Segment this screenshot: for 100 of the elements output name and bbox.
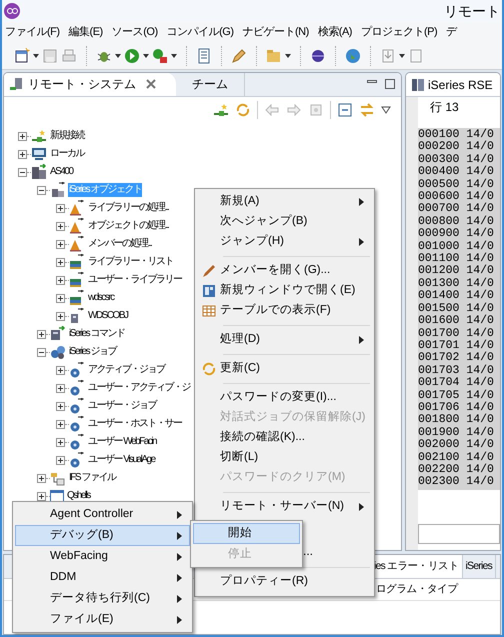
menu-item[interactable]: Agent Controller — [15, 504, 190, 525]
caret-icon[interactable] — [171, 54, 177, 58]
tree-item-label[interactable]: ライブラリーの処理... — [87, 201, 170, 215]
editor-tab[interactable]: iSeries RSE — [428, 76, 493, 94]
expand-toggle-icon[interactable] — [18, 132, 27, 140]
tree-item-label[interactable]: iSeries コマンド — [68, 327, 126, 341]
globe-icon[interactable] — [345, 48, 361, 64]
collapse-all-icon[interactable] — [337, 102, 353, 118]
menu-bar-item[interactable]: ソース(O) — [112, 24, 158, 40]
tree-item-label[interactable]: 新規接続 — [49, 129, 85, 143]
expand-toggle-icon[interactable] — [56, 294, 65, 302]
menu-item[interactable]: 更新(C) — [197, 359, 372, 379]
menu-item[interactable]: 新規ウィンドウで開く(E) — [197, 281, 372, 301]
tree-item-label[interactable]: ユーザー・アクティブ・ジ — [87, 381, 191, 395]
view-tab[interactable]: iSeries — [462, 555, 496, 578]
tree-item-label[interactable]: ユーザー WebFacin — [87, 435, 158, 449]
menu-item[interactable]: ファイル(E) — [15, 609, 190, 630]
source-line: 001000 14/0 — [418, 240, 495, 253]
menu-item[interactable]: データ待ち行列(C) — [15, 588, 190, 609]
tree-item-label[interactable]: wdscsrc — [87, 291, 115, 305]
menu-item[interactable]: DDM — [15, 567, 190, 588]
menu-item[interactable]: 開始 — [193, 523, 300, 544]
run-tool-icon[interactable] — [152, 48, 168, 64]
tree-item-label[interactable]: ユーザー・ライブラリー — [87, 273, 182, 287]
menu-item[interactable]: メンバーを開く(G)... — [197, 261, 372, 281]
tree-item-label[interactable]: AS400 — [49, 165, 74, 179]
tree-item-label[interactable]: ユーザー・ジョブ — [87, 399, 157, 413]
expand-toggle-icon[interactable] — [56, 240, 65, 248]
expand-toggle-icon[interactable] — [56, 222, 65, 230]
expand-toggle-icon[interactable] — [56, 276, 65, 284]
collapse-toggle-icon[interactable] — [37, 186, 46, 194]
cone-icon — [69, 236, 85, 252]
tree-item-label[interactable]: ライブラリー・リスト — [87, 255, 174, 269]
tree-item-label[interactable]: ローカル — [49, 147, 85, 161]
menu-item[interactable]: テーブルでの表示(F) — [197, 301, 372, 321]
menu-item[interactable]: リモート・サーバー(N) — [197, 497, 372, 517]
expand-toggle-icon[interactable] — [56, 456, 65, 464]
tree-item-label[interactable]: オブジェクトの処理... — [87, 219, 170, 233]
expand-toggle-icon[interactable] — [37, 492, 46, 500]
expand-toggle-icon[interactable] — [56, 420, 65, 428]
menu-item[interactable]: 接続の確認(K)... — [197, 428, 372, 448]
new-icon[interactable] — [14, 48, 30, 64]
caret-icon[interactable] — [33, 54, 39, 58]
collapse-toggle-icon[interactable] — [37, 348, 46, 356]
menu-item[interactable]: ジャンプ(H) — [197, 232, 372, 252]
menu-item[interactable]: デバッグ(B) — [15, 525, 190, 546]
sphere-icon[interactable] — [310, 48, 326, 64]
tree-item-label[interactable]: iSeries ジョブ — [68, 345, 117, 359]
menu-item[interactable]: 次へジャンプ(B) — [197, 212, 372, 232]
view-tab[interactable]: リモート・システム — [4, 73, 176, 96]
expand-toggle-icon[interactable] — [37, 330, 46, 338]
tree-item-label[interactable]: ユーザー・ホスト・サー — [87, 417, 182, 431]
close-icon[interactable] — [146, 79, 156, 89]
gears-icon — [50, 344, 66, 360]
caret-icon[interactable] — [143, 54, 149, 58]
menu-item[interactable]: パスワードの変更(I)... — [197, 388, 372, 408]
menu-bar-item[interactable]: ファイル(F) — [5, 24, 60, 40]
command-field[interactable] — [418, 524, 500, 544]
tree-item-label[interactable]: Qshells — [66, 489, 91, 503]
menu-item[interactable]: プロパティー(R) — [197, 572, 372, 592]
expand-toggle-icon[interactable] — [18, 150, 27, 158]
document-icon[interactable] — [196, 48, 212, 64]
source-line: 002300 14/0 — [418, 476, 495, 489]
caret-icon[interactable] — [285, 54, 291, 58]
view-tab[interactable]: チーム — [176, 73, 245, 96]
menu-bar-item[interactable]: ナビゲート(N) — [242, 24, 309, 40]
menu-item-label: ... — [303, 543, 314, 560]
cone-icon — [69, 200, 85, 216]
run-icon[interactable] — [124, 48, 140, 64]
menu-item[interactable]: 新規(A) — [197, 192, 372, 212]
menu-bar-item[interactable]: デ — [446, 24, 457, 40]
expand-toggle-icon[interactable] — [56, 204, 65, 212]
tree-item-label[interactable]: WDSCOBJ — [87, 309, 128, 323]
submenu-arrow-icon — [359, 238, 364, 246]
view-menu-icon[interactable] — [381, 106, 391, 114]
expand-toggle-icon[interactable] — [37, 474, 46, 482]
menu-bar-item[interactable]: コンパイル(G) — [166, 24, 234, 40]
collapse-toggle-icon[interactable] — [18, 168, 27, 176]
maximize-icon[interactable] — [385, 79, 395, 89]
menu-item[interactable]: 切断(L) — [197, 448, 372, 468]
caret-icon[interactable] — [115, 54, 121, 58]
column-header[interactable]: ログラム・タイプ — [376, 582, 458, 598]
expand-toggle-icon[interactable] — [56, 258, 65, 266]
menu-bar-item[interactable]: 検索(A) — [318, 24, 352, 40]
caret-icon[interactable] — [399, 54, 405, 58]
expand-toggle-icon[interactable] — [56, 384, 65, 392]
menu-bar-item[interactable]: 編集(E) — [68, 24, 103, 40]
tree-item-label[interactable]: メンバーの処理... — [87, 237, 152, 251]
expand-toggle-icon[interactable] — [56, 366, 65, 374]
tree-item-label[interactable]: ユーザー VisualAge — [87, 453, 156, 467]
expand-toggle-icon[interactable] — [56, 402, 65, 410]
tree-item-label[interactable]: IFS ファイル — [68, 471, 116, 485]
tree-item-label[interactable]: アクティブ・ジョブ — [87, 363, 166, 377]
expand-toggle-icon[interactable] — [56, 312, 65, 320]
expand-toggle-icon[interactable] — [56, 438, 65, 446]
pen-icon[interactable] — [231, 48, 247, 64]
menu-bar-item[interactable]: プロジェクト(P) — [360, 24, 438, 40]
source-line: 000900 14/0 — [418, 228, 495, 240]
menu-item[interactable]: WebFacing — [15, 546, 190, 567]
menu-item[interactable]: 処理(D) — [197, 330, 372, 350]
